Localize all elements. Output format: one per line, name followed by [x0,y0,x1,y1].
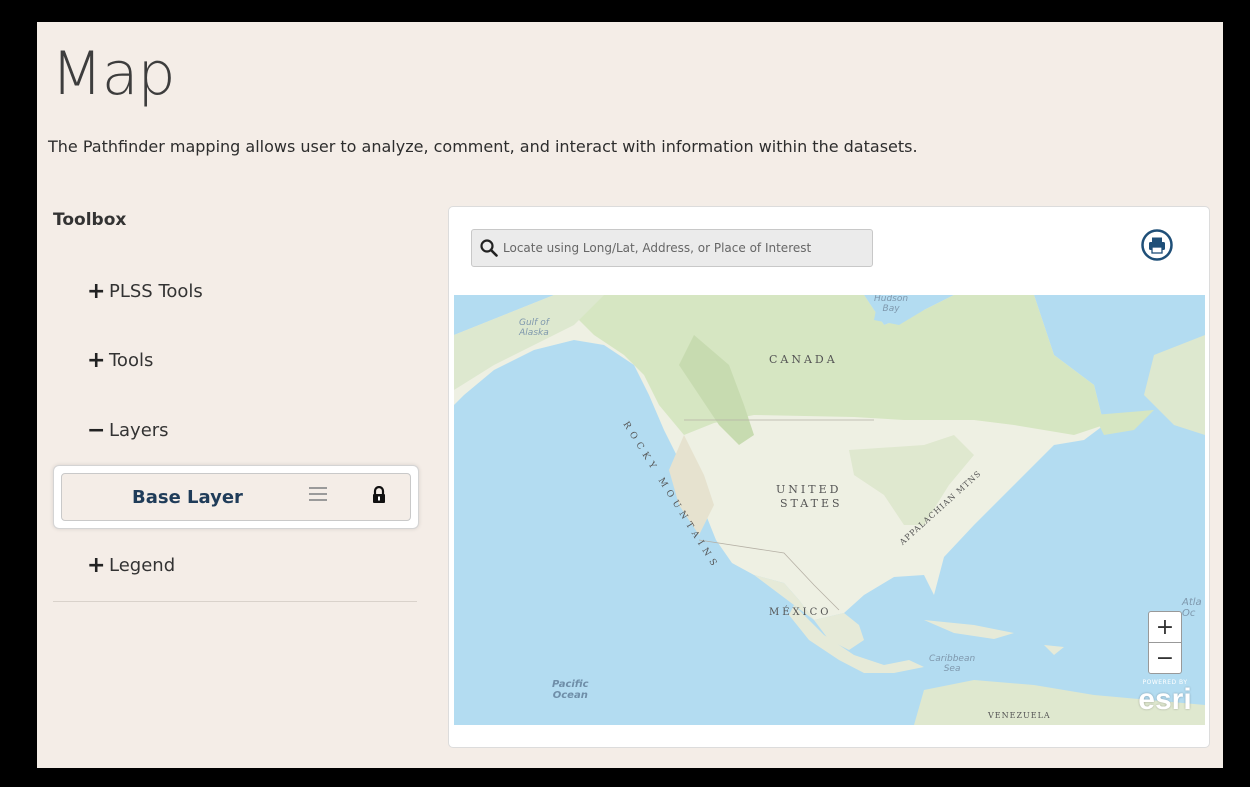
expand-plus-icon: + [87,348,106,373]
esri-attribution[interactable]: POWERED BY esri [1134,679,1196,716]
zoom-in-button[interactable]: + [1149,612,1181,643]
toolbox-divider [53,601,417,602]
layer-item-base-layer[interactable]: Base Layer [61,473,411,521]
lock-icon[interactable] [372,486,386,504]
map-label-venezuela: VENEZUELA [988,711,1051,720]
layer-name: Base Layer [132,487,243,508]
print-icon[interactable] [1141,229,1173,261]
map-label-pacific-ocean: Pacific Ocean [552,679,589,701]
collapse-minus-icon: − [87,418,106,443]
expand-plus-icon: + [87,553,106,578]
search-input[interactable] [501,240,872,256]
toolbox-item-label: Legend [109,555,176,576]
map-panel: CANADA UNITED STATES MÉXICO ROCKY MOUNTA… [448,206,1210,748]
page-title: Map [51,39,176,109]
map-view[interactable]: CANADA UNITED STATES MÉXICO ROCKY MOUNTA… [454,295,1205,725]
search-icon [480,239,498,257]
esri-logo: esri [1138,683,1192,716]
map-label-atlantic-ocean: Atla Oc [1182,597,1202,619]
map-label-canada: CANADA [769,353,838,366]
location-search[interactable] [471,229,873,267]
layer-list: Base Layer [53,465,419,529]
toolbox-title: Toolbox [53,210,127,230]
toolbox-item-label: Layers [109,420,169,441]
toolbox-item-legend[interactable]: + Legend [87,553,175,578]
zoom-out-button[interactable]: − [1149,643,1181,673]
map-label-caribbean-sea: Caribbean Sea [929,654,976,674]
map-label-gulf-of-alaska: Gulf of Alaska [519,318,549,338]
page-description: The Pathfinder mapping allows user to an… [48,137,918,156]
toolbox-item-label: PLSS Tools [109,281,203,302]
expand-plus-icon: + [87,279,106,304]
map-label-states: STATES [780,497,843,510]
toolbox-item-tools[interactable]: + Tools [87,348,153,373]
toolbox-item-layers[interactable]: − Layers [87,418,169,443]
zoom-control: + − [1148,611,1182,674]
map-label-mexico: MÉXICO [769,607,832,618]
map-label-united: UNITED [776,483,842,496]
page-content: Map The Pathfinder mapping allows user t… [37,22,1223,768]
map-label-hudson-bay: Hudson Bay [874,295,909,314]
drag-handle-icon[interactable] [309,487,327,505]
toolbox-item-plss-tools[interactable]: + PLSS Tools [87,279,203,304]
toolbox-item-label: Tools [109,350,154,371]
